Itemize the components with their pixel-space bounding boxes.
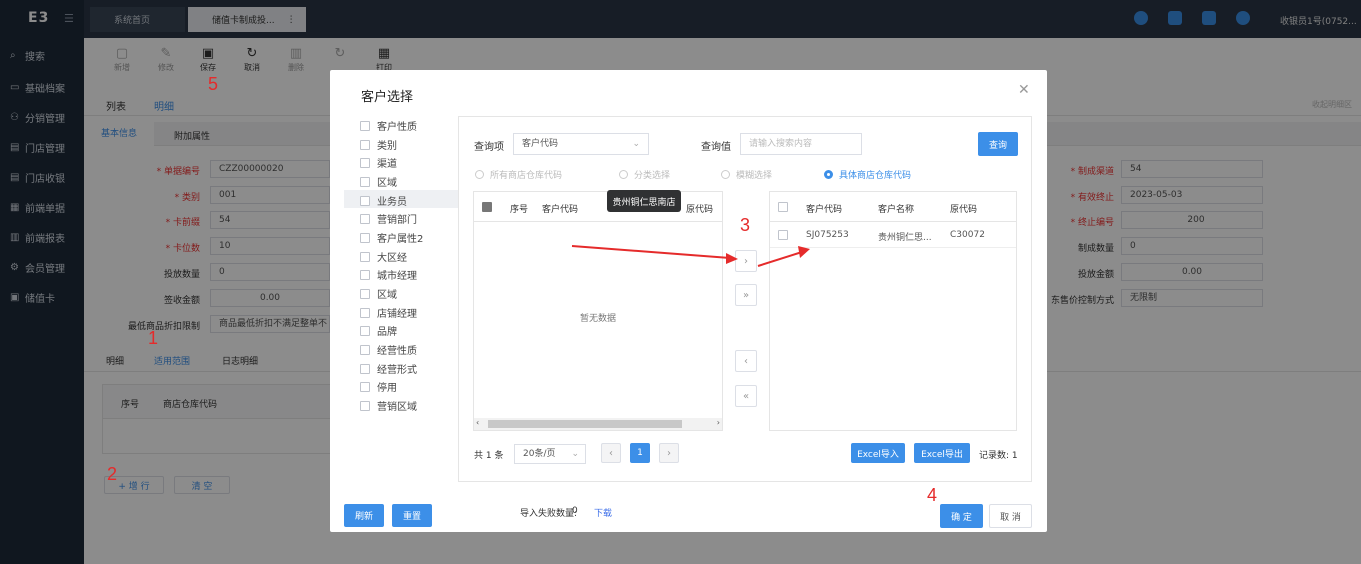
arrow-head: [798, 246, 810, 258]
arrow-line: [757, 251, 803, 267]
arrow-line: [571, 245, 731, 259]
annotation-arrows: [571, 245, 810, 267]
arrow-head: [726, 253, 738, 264]
